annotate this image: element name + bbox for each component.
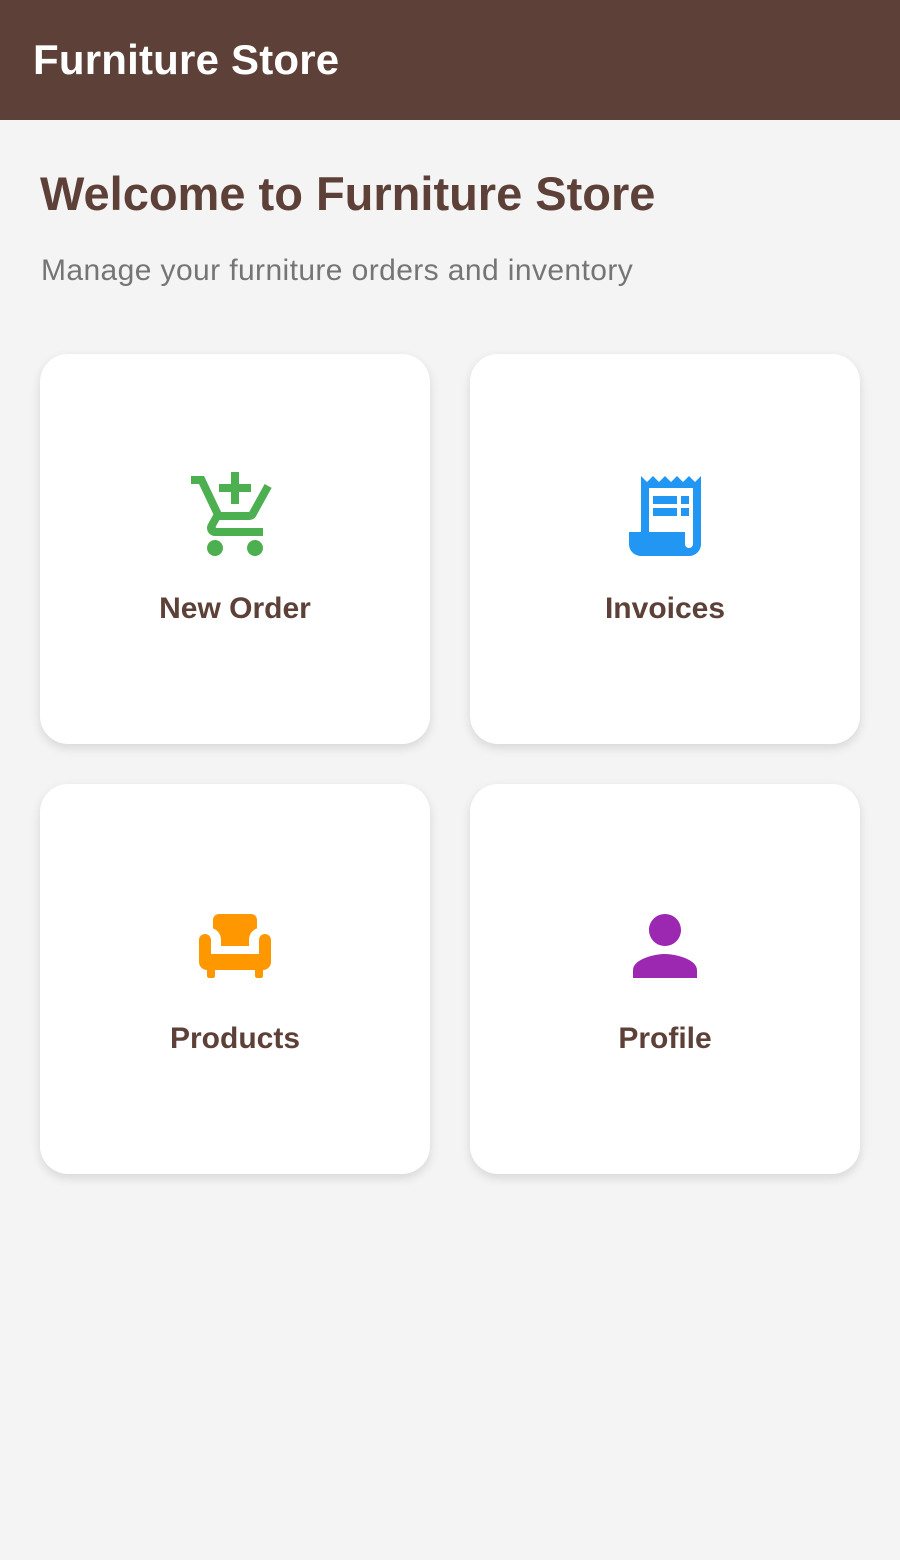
armchair-icon xyxy=(199,914,271,978)
app-bar: Furniture Store xyxy=(0,0,900,120)
add-shopping-cart-icon xyxy=(191,472,272,556)
invoices-label: Invoices xyxy=(604,592,726,625)
person-icon xyxy=(633,914,697,978)
invoices-card[interactable]: Invoices xyxy=(470,354,860,744)
new-order-card[interactable]: New Order xyxy=(40,354,430,744)
page-title: Welcome to Furniture Store xyxy=(40,167,656,220)
profile-card[interactable]: Profile xyxy=(470,784,860,1174)
profile-label: Profile xyxy=(618,1022,712,1055)
products-card[interactable]: Products xyxy=(40,784,430,1174)
new-order-label: New Order xyxy=(159,592,311,625)
products-label: Products xyxy=(169,1022,301,1055)
app-title: Furniture Store xyxy=(33,36,340,83)
page-subtitle: Manage your furniture orders and invento… xyxy=(41,254,634,287)
receipt-icon xyxy=(629,476,701,556)
